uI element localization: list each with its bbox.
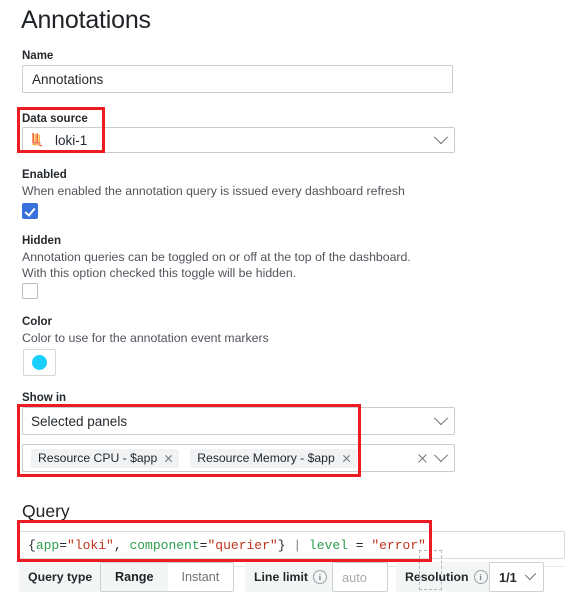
query-token: app (35, 537, 60, 553)
hidden-label: Hidden (22, 235, 61, 247)
query-section-title: Query (22, 501, 70, 521)
color-description: Color to use for the annotation event ma… (22, 331, 269, 345)
query-token: level (308, 537, 348, 553)
query-token: "querier" (207, 537, 278, 553)
line-limit-label-text: Line limit (254, 570, 308, 584)
query-token: { (28, 537, 36, 553)
query-type-radio-group[interactable]: Range Instant (100, 562, 235, 592)
close-icon[interactable] (164, 454, 173, 463)
data-source-value: loki-1 (55, 132, 88, 148)
query-token: } (277, 537, 286, 553)
focus-outline (419, 550, 442, 590)
loki-logo-icon (31, 132, 47, 148)
name-input-value: Annotations (32, 71, 104, 87)
show-in-value: Selected panels (31, 413, 128, 429)
info-icon[interactable]: i (473, 570, 488, 584)
name-input[interactable]: Annotations (22, 65, 453, 93)
chevron-down-icon[interactable] (433, 411, 449, 426)
show-in-label: Show in (22, 392, 67, 404)
chevron-down-icon[interactable] (433, 448, 449, 463)
data-source-label: Data source (22, 113, 88, 125)
color-dot (32, 355, 47, 370)
query-type-option-instant[interactable]: Instant (167, 563, 234, 591)
resolution-label: Resolution i (396, 562, 497, 592)
info-icon[interactable]: i (312, 570, 327, 584)
data-source-select[interactable]: loki-1 (22, 127, 455, 153)
enabled-checkbox[interactable] (22, 203, 38, 219)
query-token: = (59, 537, 68, 553)
panel-tag[interactable]: Resource CPU - $app (31, 448, 180, 468)
enabled-description: When enabled the annotation query is iss… (22, 184, 405, 198)
query-expression: {app="loki", component="querier"} | leve… (28, 538, 426, 553)
panel-tag[interactable]: Resource Memory - $app (190, 448, 357, 468)
query-token: "error" (371, 537, 426, 553)
chevron-down-icon[interactable] (433, 130, 449, 145)
resolution-value: 1/1 (499, 569, 517, 585)
hidden-checkbox[interactable] (22, 283, 38, 299)
show-in-select[interactable]: Selected panels (22, 407, 455, 435)
clear-icon[interactable] (417, 453, 428, 464)
query-token: , (113, 537, 130, 553)
query-type-label-text: Query type (28, 570, 93, 584)
line-limit-label: Line limit i (245, 562, 336, 592)
close-icon[interactable] (342, 454, 351, 463)
name-label: Name (22, 50, 54, 62)
resolution-select[interactable]: 1/1 (489, 562, 544, 592)
query-editor-input[interactable]: {app="loki", component="querier"} | leve… (19, 531, 565, 559)
query-type-label: Query type (19, 562, 102, 592)
hidden-description: Annotation queries can be toggled on or … (22, 250, 411, 280)
panel-tag-label: Resource CPU - $app (38, 451, 158, 465)
query-token: component (129, 537, 200, 553)
enabled-label: Enabled (22, 169, 67, 181)
panel-tag-label: Resource Memory - $app (197, 451, 335, 465)
query-token: | (285, 537, 309, 553)
page-title: Annotations (21, 6, 151, 34)
color-label: Color (22, 316, 53, 328)
annotations-settings-page: Annotations Name Annotations Data source… (0, 0, 572, 605)
selected-panels-multiselect[interactable]: Resource CPU - $app Resource Memory - $ap… (22, 444, 455, 472)
query-token: = (347, 537, 372, 553)
color-swatch-button[interactable] (23, 349, 56, 376)
query-token: "loki" (67, 537, 114, 553)
line-limit-value: auto (342, 569, 367, 585)
line-limit-input[interactable]: auto (332, 562, 388, 592)
query-type-option-range[interactable]: Range (101, 563, 168, 591)
chevron-down-icon[interactable] (524, 568, 537, 580)
